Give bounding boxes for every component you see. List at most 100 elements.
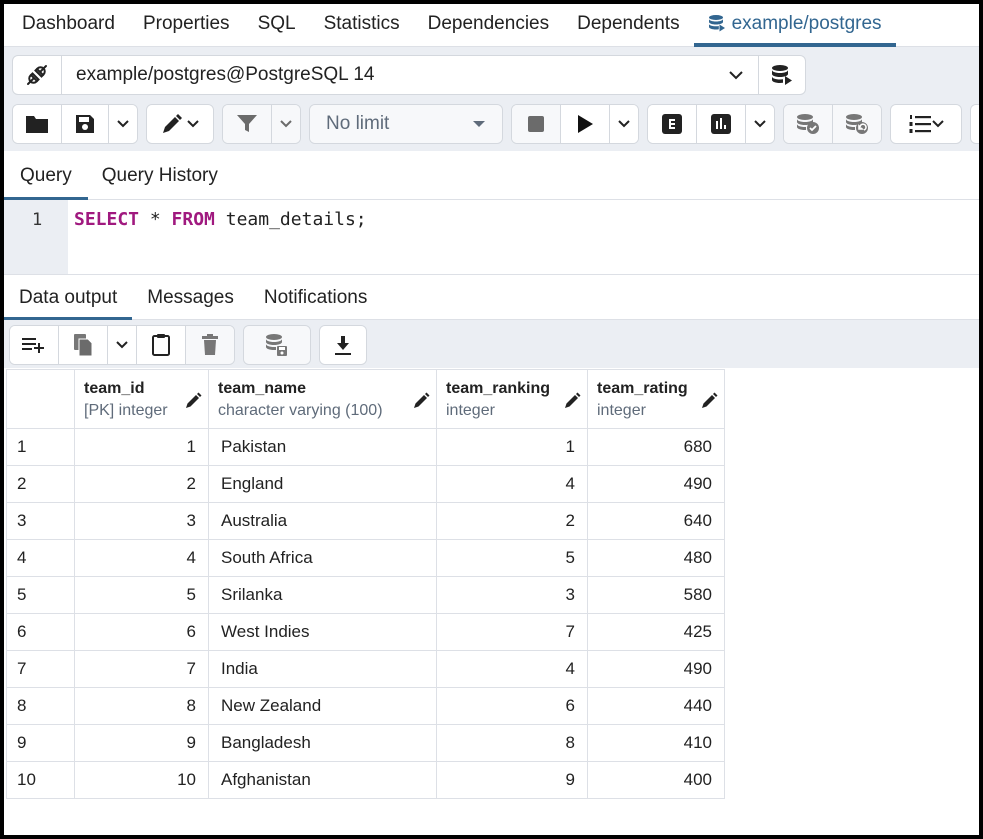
cell-team-ranking[interactable]: 7	[436, 613, 588, 651]
execute-button[interactable]	[561, 105, 610, 143]
column-header-team-ranking[interactable]: team_ranking integer	[436, 369, 588, 429]
save-file-button[interactable]	[62, 105, 109, 143]
sql-code-line[interactable]: SELECT * FROM team_details;	[74, 209, 367, 230]
row-number[interactable]: 5	[6, 576, 75, 614]
table-row[interactable]: 1 1 Pakistan 1 680	[6, 428, 725, 466]
cell-team-rating[interactable]: 400	[587, 761, 725, 799]
tab-dependents[interactable]: Dependents	[563, 4, 693, 46]
cell-team-name[interactable]: New Zealand	[208, 687, 437, 725]
row-number[interactable]: 4	[6, 539, 75, 577]
download-button[interactable]	[320, 326, 366, 364]
row-number[interactable]: 2	[6, 465, 75, 503]
cell-team-ranking[interactable]: 2	[436, 502, 588, 540]
tab-sql[interactable]: SQL	[244, 4, 310, 46]
explain-options-dropdown[interactable]	[746, 105, 774, 143]
tab-dependencies[interactable]: Dependencies	[414, 4, 563, 46]
cell-team-rating[interactable]: 490	[587, 465, 725, 503]
cell-team-id[interactable]: 9	[74, 724, 209, 762]
tab-query-history[interactable]: Query History	[88, 153, 226, 199]
open-file-button[interactable]	[13, 105, 62, 143]
row-number[interactable]: 6	[6, 613, 75, 651]
row-number[interactable]: 8	[6, 687, 75, 725]
table-row[interactable]: 5 5 Srilanka 3 580	[6, 576, 725, 614]
cell-team-ranking[interactable]: 9	[436, 761, 588, 799]
cell-team-rating[interactable]: 410	[587, 724, 725, 762]
cell-team-name[interactable]: South Africa	[208, 539, 437, 577]
tab-messages[interactable]: Messages	[132, 277, 249, 319]
cell-team-rating[interactable]: 440	[587, 687, 725, 725]
cell-team-id[interactable]: 2	[74, 465, 209, 503]
pencil-icon[interactable]	[563, 392, 581, 410]
filter-options-dropdown[interactable]	[272, 105, 300, 143]
cell-team-ranking[interactable]: 4	[436, 465, 588, 503]
table-row[interactable]: 2 2 England 4 490	[6, 465, 725, 503]
cell-team-ranking[interactable]: 4	[436, 650, 588, 688]
cell-team-ranking[interactable]: 5	[436, 539, 588, 577]
tab-notifications[interactable]: Notifications	[249, 277, 383, 319]
table-row[interactable]: 8 8 New Zealand 6 440	[6, 687, 725, 725]
cell-team-ranking[interactable]: 3	[436, 576, 588, 614]
tab-dashboard[interactable]: Dashboard	[4, 4, 129, 46]
add-row-button[interactable]	[10, 326, 59, 364]
cell-team-id[interactable]: 8	[74, 687, 209, 725]
cell-team-ranking[interactable]: 8	[436, 724, 588, 762]
table-row[interactable]: 10 10 Afghanistan 9 400	[6, 761, 725, 799]
cell-team-id[interactable]: 1	[74, 428, 209, 466]
column-header-team-rating[interactable]: team_rating integer	[587, 369, 725, 429]
cell-team-id[interactable]: 10	[74, 761, 209, 799]
cell-team-ranking[interactable]: 6	[436, 687, 588, 725]
cell-team-rating[interactable]: 580	[587, 576, 725, 614]
cell-team-name[interactable]: England	[208, 465, 437, 503]
tab-query[interactable]: Query	[4, 153, 88, 200]
explain-analyze-button[interactable]	[697, 105, 746, 143]
row-limit-select[interactable]: No limit	[310, 105, 502, 143]
cell-team-id[interactable]: 6	[74, 613, 209, 651]
cell-team-name[interactable]: Afghanistan	[208, 761, 437, 799]
connection-status-button[interactable]	[13, 56, 62, 94]
row-number[interactable]: 9	[6, 724, 75, 762]
rollback-button[interactable]	[833, 105, 881, 143]
tab-statistics[interactable]: Statistics	[310, 4, 414, 46]
table-row[interactable]: 3 3 Australia 2 640	[6, 502, 725, 540]
save-options-dropdown[interactable]	[109, 105, 137, 143]
table-row[interactable]: 7 7 India 4 490	[6, 650, 725, 688]
table-row[interactable]: 4 4 South Africa 5 480	[6, 539, 725, 577]
cell-team-name[interactable]: Pakistan	[208, 428, 437, 466]
pencil-icon[interactable]	[184, 392, 202, 410]
copy-options-dropdown[interactable]	[108, 326, 137, 364]
cell-team-id[interactable]: 4	[74, 539, 209, 577]
copy-button[interactable]	[59, 326, 108, 364]
sql-editor[interactable]: 1 SELECT * FROM team_details;	[4, 200, 979, 275]
table-row[interactable]: 9 9 Bangladesh 8 410	[6, 724, 725, 762]
pencil-icon[interactable]	[700, 392, 718, 410]
cell-team-name[interactable]: Srilanka	[208, 576, 437, 614]
row-number[interactable]: 3	[6, 502, 75, 540]
cell-team-name[interactable]: India	[208, 650, 437, 688]
save-data-button[interactable]	[244, 326, 310, 364]
cell-team-id[interactable]: 3	[74, 502, 209, 540]
cell-team-name[interactable]: Bangladesh	[208, 724, 437, 762]
connection-dropdown[interactable]: example/postgres@PostgreSQL 14	[62, 56, 759, 94]
tab-query-tool[interactable]: example/postgres	[693, 4, 896, 47]
row-number[interactable]: 10	[6, 761, 75, 799]
help-button[interactable]	[971, 105, 979, 143]
filter-button[interactable]	[223, 105, 272, 143]
cell-team-name[interactable]: Australia	[208, 502, 437, 540]
paste-button[interactable]	[137, 326, 186, 364]
edit-dropdown-button[interactable]	[147, 105, 213, 143]
pencil-icon[interactable]	[412, 392, 430, 410]
row-number[interactable]: 7	[6, 650, 75, 688]
cell-team-rating[interactable]: 490	[587, 650, 725, 688]
cell-team-id[interactable]: 7	[74, 650, 209, 688]
cell-team-rating[interactable]: 480	[587, 539, 725, 577]
table-row[interactable]: 6 6 West Indies 7 425	[6, 613, 725, 651]
cell-team-rating[interactable]: 425	[587, 613, 725, 651]
tab-properties[interactable]: Properties	[129, 4, 244, 46]
column-header-team-name[interactable]: team_name character varying (100)	[208, 369, 437, 429]
cell-team-rating[interactable]: 680	[587, 428, 725, 466]
column-header-team-id[interactable]: team_id [PK] integer	[74, 369, 209, 429]
cell-team-ranking[interactable]: 1	[436, 428, 588, 466]
execute-options-dropdown[interactable]	[610, 105, 638, 143]
commit-button[interactable]	[784, 105, 833, 143]
cell-team-id[interactable]: 5	[74, 576, 209, 614]
